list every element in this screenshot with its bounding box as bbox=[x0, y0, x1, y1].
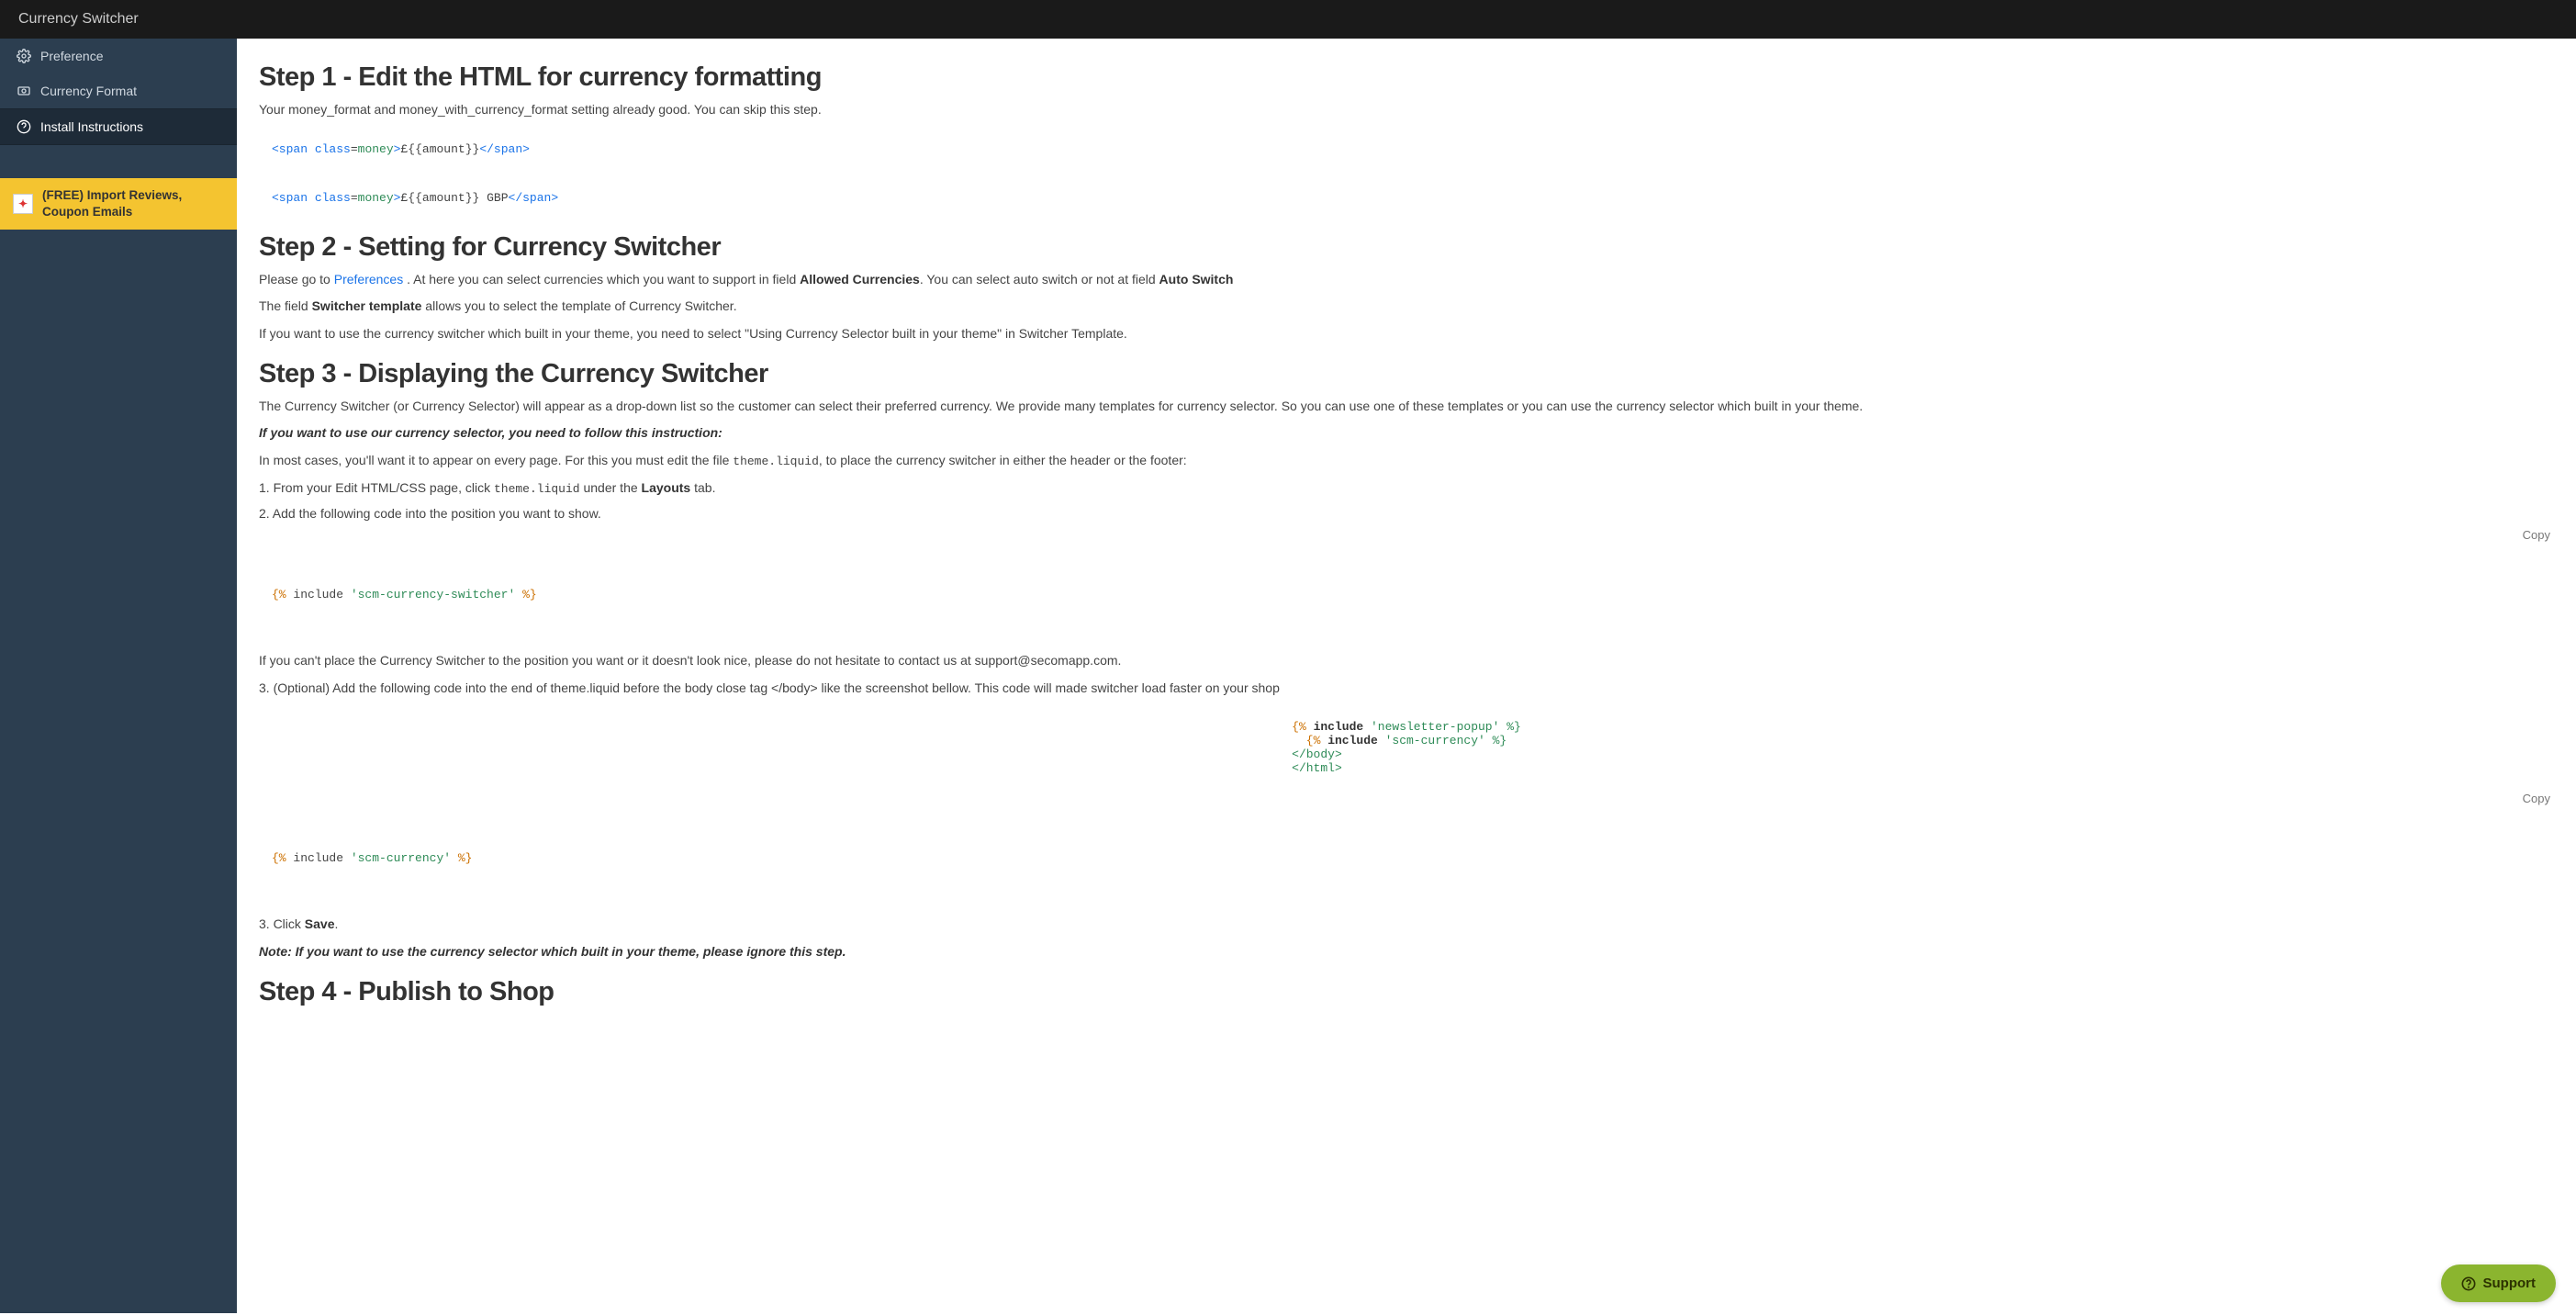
promo-icon: ✦ bbox=[13, 194, 33, 214]
promo-label: (FREE) Import Reviews, Coupon Emails bbox=[42, 187, 224, 220]
sidebar-item-label: Preference bbox=[40, 49, 103, 63]
sidebar-item-label: Install Instructions bbox=[40, 119, 143, 134]
step1-code2: <span class=money>£{{amount}} GBP</span> bbox=[259, 178, 2554, 218]
copy-button[interactable]: Copy bbox=[2523, 792, 2550, 805]
preferences-link[interactable]: Preferences bbox=[334, 272, 403, 287]
app-title: Currency Switcher bbox=[18, 11, 139, 27]
step3-ol4: 3. Click Save. bbox=[259, 915, 2554, 935]
step3-note: Note: If you want to use the currency se… bbox=[259, 942, 2554, 962]
step1-intro: Your money_format and money_with_currenc… bbox=[259, 100, 2554, 120]
sidebar-item-install-instructions[interactable]: Install Instructions bbox=[0, 108, 237, 145]
step3-p2-ital: If you want to use our currency selector… bbox=[259, 423, 2554, 444]
step1-code1: <span class=money>£{{amount}}</span> bbox=[259, 129, 2554, 169]
step3-p1: The Currency Switcher (or Currency Selec… bbox=[259, 397, 2554, 417]
sidebar-item-label: Currency Format bbox=[40, 84, 137, 98]
step3-code3: Copy {% include 'scm-currency' %} bbox=[259, 797, 2554, 905]
step4-heading: Step 4 - Publish to Shop bbox=[259, 977, 2554, 1007]
sidebar-separator bbox=[0, 145, 237, 178]
topbar: Currency Switcher bbox=[0, 0, 2576, 39]
sidebar-item-preference[interactable]: Preference bbox=[0, 39, 237, 73]
support-button[interactable]: Support bbox=[2441, 1264, 2557, 1302]
step2-p3: If you want to use the currency switcher… bbox=[259, 324, 2554, 344]
step2-heading: Step 2 - Setting for Currency Switcher bbox=[259, 232, 2554, 263]
step3-code1: Copy {% include 'scm-currency-switcher' … bbox=[259, 534, 2554, 642]
gear-icon bbox=[17, 49, 31, 63]
copy-button[interactable]: Copy bbox=[2523, 528, 2550, 542]
step3-code2: {% include 'newsletter-popup' %} {% incl… bbox=[259, 707, 2554, 788]
step3-p2b: In most cases, you'll want it to appear … bbox=[259, 451, 2554, 471]
step3-heading: Step 3 - Displaying the Currency Switche… bbox=[259, 359, 2554, 389]
sidebar-promo[interactable]: ✦ (FREE) Import Reviews, Coupon Emails bbox=[0, 178, 237, 230]
support-label: Support bbox=[2483, 1276, 2537, 1291]
step2-p2: The field Switcher template allows you t… bbox=[259, 297, 2554, 317]
question-circle-icon bbox=[17, 119, 31, 134]
main-content: Step 1 - Edit the HTML for currency form… bbox=[237, 39, 2576, 1313]
step3-ol2: 2. Add the following code into the posit… bbox=[259, 504, 2554, 524]
step3-ol3: 3. (Optional) Add the following code int… bbox=[259, 679, 2554, 699]
step1-heading: Step 1 - Edit the HTML for currency form… bbox=[259, 62, 2554, 93]
step3-p4: If you can't place the Currency Switcher… bbox=[259, 651, 2554, 671]
step3-ol1: 1. From your Edit HTML/CSS page, click t… bbox=[259, 478, 2554, 499]
sidebar: Preference Currency Format Install Instr… bbox=[0, 39, 237, 1313]
currency-format-icon bbox=[17, 84, 31, 98]
sidebar-item-currency-format[interactable]: Currency Format bbox=[0, 73, 237, 108]
step2-p1: Please go to Preferences . At here you c… bbox=[259, 270, 2554, 290]
question-circle-icon bbox=[2461, 1276, 2476, 1291]
